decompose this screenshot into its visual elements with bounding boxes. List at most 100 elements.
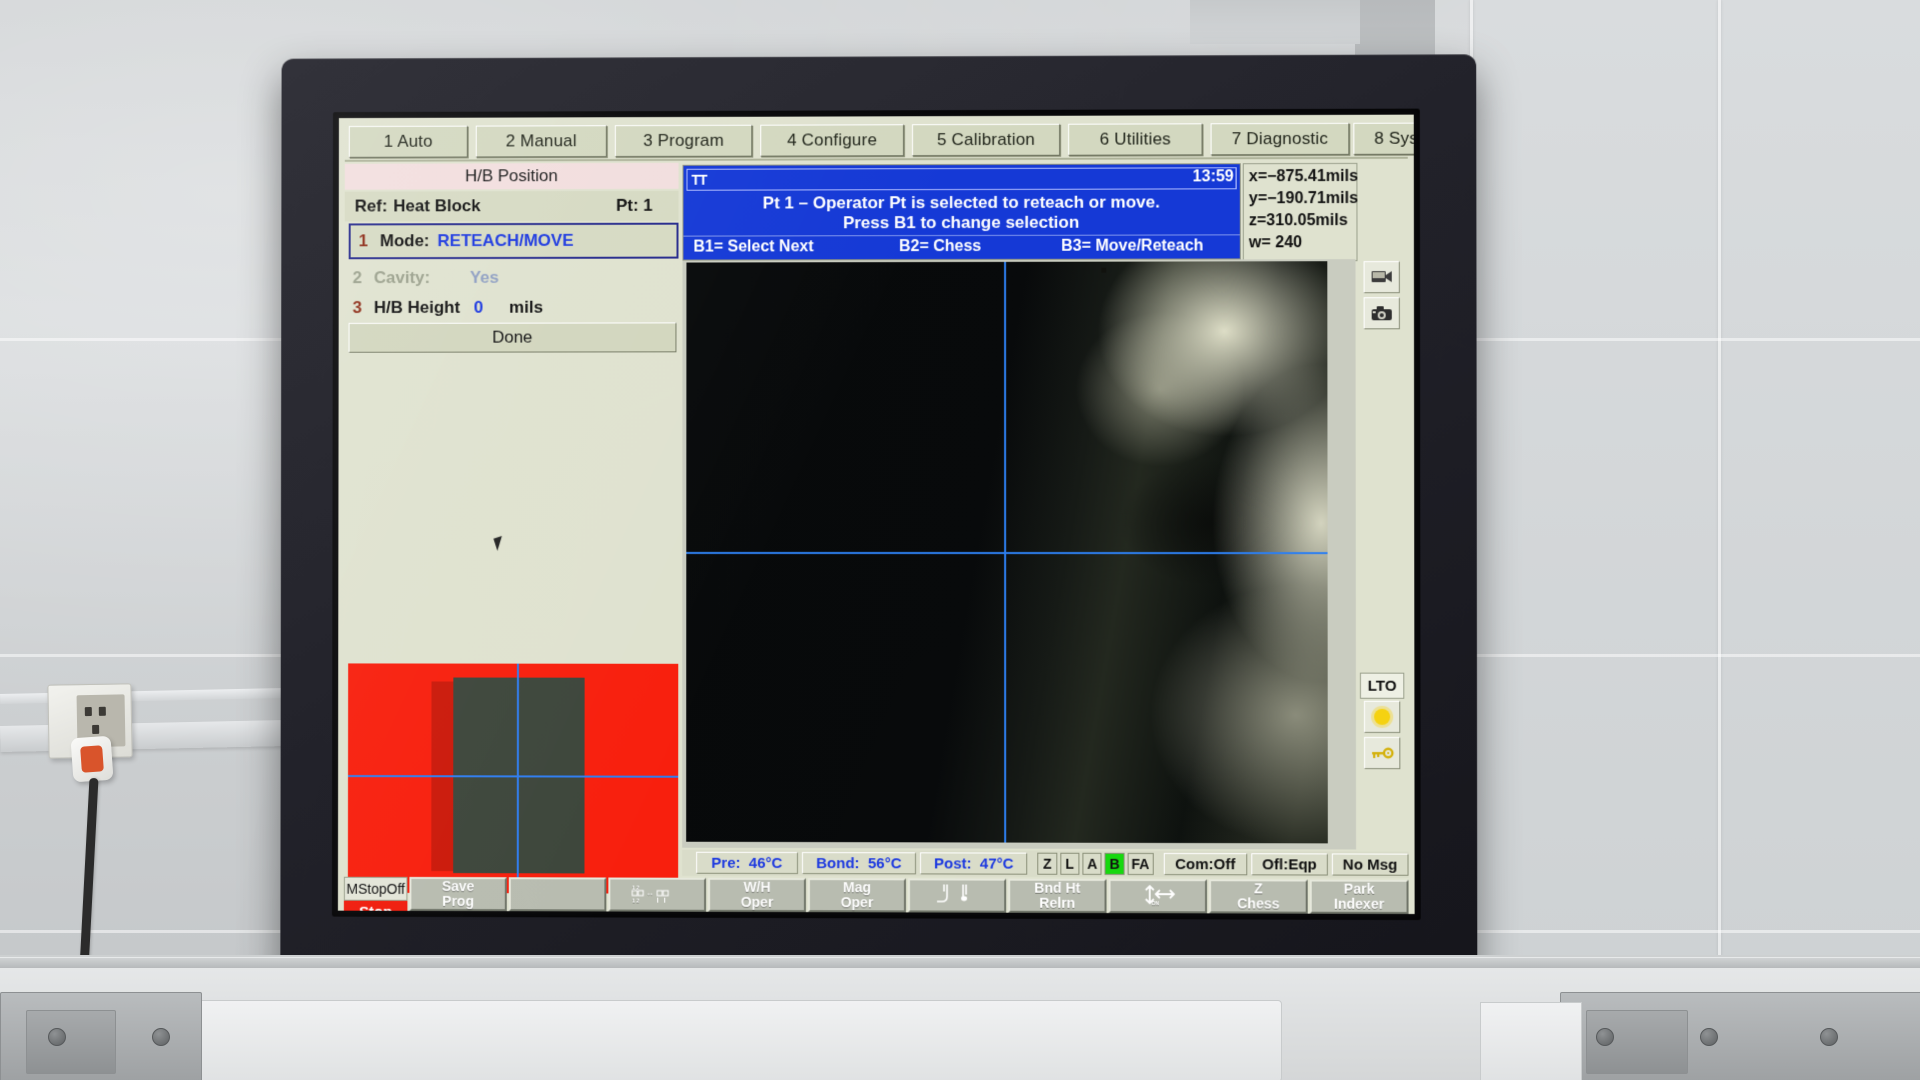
- machine-bolt: [1820, 1028, 1838, 1046]
- pt-value: 1: [643, 195, 653, 215]
- machine-right-panel: [1480, 1002, 1582, 1080]
- msg-status[interactable]: No Msg: [1331, 853, 1409, 876]
- message-line-1: Pt 1 – Operator Pt is selected to reteac…: [762, 192, 1160, 213]
- com-status[interactable]: Com:Off: [1163, 852, 1248, 876]
- hb-height-unit: mils: [509, 297, 543, 317]
- swap-matrix-icon: 1 2 1 2 ↔: [629, 882, 685, 907]
- camera-view-frame: [682, 259, 1357, 850]
- monitor-bezel: 1 Auto 2 Manual 3 Program 4 Configure 5 …: [331, 108, 1421, 921]
- softkey-line1: Park: [1343, 880, 1375, 897]
- coord-w: w= 240: [1248, 234, 1303, 252]
- machine-bolt: [152, 1028, 170, 1046]
- softkey-line2: Relrn: [1039, 894, 1076, 911]
- softkey-mag-oper[interactable]: Mag Oper: [807, 878, 906, 913]
- lto-label: LTO: [1359, 672, 1405, 699]
- camera-crosshair-v: [1004, 261, 1007, 843]
- hint-b2: B2= Chess: [899, 237, 982, 256]
- softkey-park-indexer[interactable]: Park Indexer: [1309, 879, 1409, 914]
- cavity-label: Cavity:: [373, 268, 431, 288]
- message-button-hints: B1= Select Next B2= Chess B3= Move/Retea…: [683, 234, 1240, 259]
- message-title-bar: TT: [686, 167, 1237, 191]
- bond-temp-readout: Bond: 56°C: [801, 852, 917, 875]
- machine-state-column: MStopOff Stop AutoIndx: [343, 876, 408, 915]
- status-flag-l[interactable]: L: [1059, 852, 1080, 875]
- cavity-field-row[interactable]: 2 Cavity: Yes: [344, 262, 679, 294]
- hint-b1: B1= Select Next: [693, 238, 814, 256]
- tab-utilities[interactable]: 6 Utilities: [1068, 123, 1203, 156]
- clock: 13:59: [1192, 168, 1234, 186]
- bond-label: Bond:: [816, 854, 860, 872]
- monitor-housing: 1 Auto 2 Manual 3 Program 4 Configure 5 …: [280, 54, 1478, 989]
- tab-auto[interactable]: 1 Auto: [348, 125, 468, 158]
- softkey-line2: Oper: [740, 893, 774, 911]
- hb-height-value: 0: [473, 297, 484, 317]
- pre-temp-readout: Pre: 46°C: [696, 851, 798, 875]
- softkey-save-prog[interactable]: Save Prog: [409, 876, 507, 912]
- wafer-crosshair-v: [516, 663, 519, 894]
- done-button[interactable]: Done: [348, 322, 677, 353]
- softkey-z-chess[interactable]: Z Chess: [1209, 879, 1308, 914]
- softkey-line2: Oper: [840, 894, 874, 911]
- camera-live-image[interactable]: [686, 261, 1328, 844]
- ref-value: Heat Block: [393, 196, 481, 216]
- mode-value: RETEACH/MOVE: [437, 230, 574, 251]
- softkey-wh-oper[interactable]: W/H Oper: [708, 877, 806, 913]
- hb-height-index: 3: [352, 298, 362, 317]
- machine-bolt: [1596, 1028, 1614, 1046]
- softkey-blank[interactable]: [508, 877, 607, 912]
- wafer-crosshair-h: [348, 775, 679, 778]
- ofl-status[interactable]: Ofl:Eqp: [1251, 853, 1328, 876]
- sun-icon[interactable]: [1363, 700, 1401, 733]
- video-camera-icon[interactable]: [1363, 261, 1400, 294]
- hb-height-field-row[interactable]: 3 H/B Height 0 mils: [344, 292, 679, 323]
- camera-tool-rail: LTO: [1359, 259, 1409, 850]
- socket-hole: [98, 706, 106, 716]
- tool-tips-icon: [933, 882, 981, 909]
- mstop-indicator[interactable]: MStopOff: [343, 876, 408, 901]
- softkey-swap-matrix[interactable]: 1 2 1 2 ↔: [608, 877, 707, 912]
- status-flag-b[interactable]: B: [1104, 852, 1125, 875]
- tab-sys-admin[interactable]: 8 Sys Admin: [1353, 122, 1415, 155]
- camera-debris-speck: [1101, 267, 1107, 273]
- tab-program[interactable]: 3 Program: [614, 124, 753, 158]
- tab-manual[interactable]: 2 Manual: [475, 125, 607, 158]
- fkey-zoom-in-f3[interactable]: Zoom In F3: [608, 913, 707, 915]
- tab-configure[interactable]: 4 Configure: [760, 124, 905, 157]
- post-value: 47°C: [979, 855, 1014, 873]
- fkey-z-video-f2[interactable]: Z Video F2: [508, 913, 607, 915]
- socket-hole: [92, 724, 100, 734]
- machine-bolt: [1700, 1028, 1718, 1046]
- photo-camera-icon[interactable]: [1363, 297, 1400, 330]
- camera-crosshair-h: [686, 551, 1328, 555]
- post-label: Post:: [934, 854, 972, 873]
- tab-diagnostic[interactable]: 7 Diagnostic: [1210, 122, 1350, 156]
- fkey-swap-f1[interactable]: Swap F1: [409, 912, 507, 915]
- softkey-bond-height-relearn[interactable]: Bnd Ht Relrn: [1008, 878, 1107, 914]
- bond-value: 56°C: [867, 854, 902, 872]
- soft-key-row: Save Prog 1 2 1 2 ↔ W/H Oper Mag Oper Bn…: [409, 876, 1409, 914]
- svg-text:DN: DN: [1152, 901, 1160, 907]
- softkey-line1: Z: [1254, 880, 1263, 897]
- wafer-map-view[interactable]: [347, 663, 679, 894]
- softkey-arrows-dn[interactable]: DN: [1108, 878, 1208, 914]
- tab-bar: 1 Auto 2 Manual 3 Program 4 Configure 5 …: [339, 121, 1415, 162]
- mode-field-row[interactable]: 1 Mode: RETEACH/MOVE: [348, 222, 679, 260]
- sun-glyph: [1374, 708, 1391, 725]
- status-bar: Pre: 46°C Bond: 56°C Post: 47°C Z L A B: [682, 849, 1409, 878]
- arrows-dn-icon: DN: [1134, 883, 1182, 910]
- pt-readout: Pt: 1: [616, 196, 653, 216]
- softkey-tool-tips[interactable]: [907, 878, 1007, 913]
- status-flag-a[interactable]: A: [1082, 852, 1102, 875]
- message-line-2: Press B1 to change selection: [842, 212, 1080, 233]
- cavity-value: Yes: [469, 267, 499, 287]
- coord-z: z=310.05mils: [1248, 212, 1348, 230]
- tab-calibration[interactable]: 5 Calibration: [912, 123, 1061, 157]
- key-icon[interactable]: [1364, 736, 1401, 770]
- stop-button[interactable]: Stop: [343, 900, 408, 915]
- status-flag-z[interactable]: Z: [1037, 852, 1057, 875]
- status-flag-fa[interactable]: FA: [1127, 852, 1154, 876]
- panel-empty-area: [344, 352, 679, 662]
- softkey-line1: Bnd Ht: [1034, 879, 1081, 896]
- coordinate-readout: x=−875.41mils y=−190.71mils z=310.05mils…: [1242, 162, 1358, 262]
- wall-tile-panel: [1470, 0, 1920, 1080]
